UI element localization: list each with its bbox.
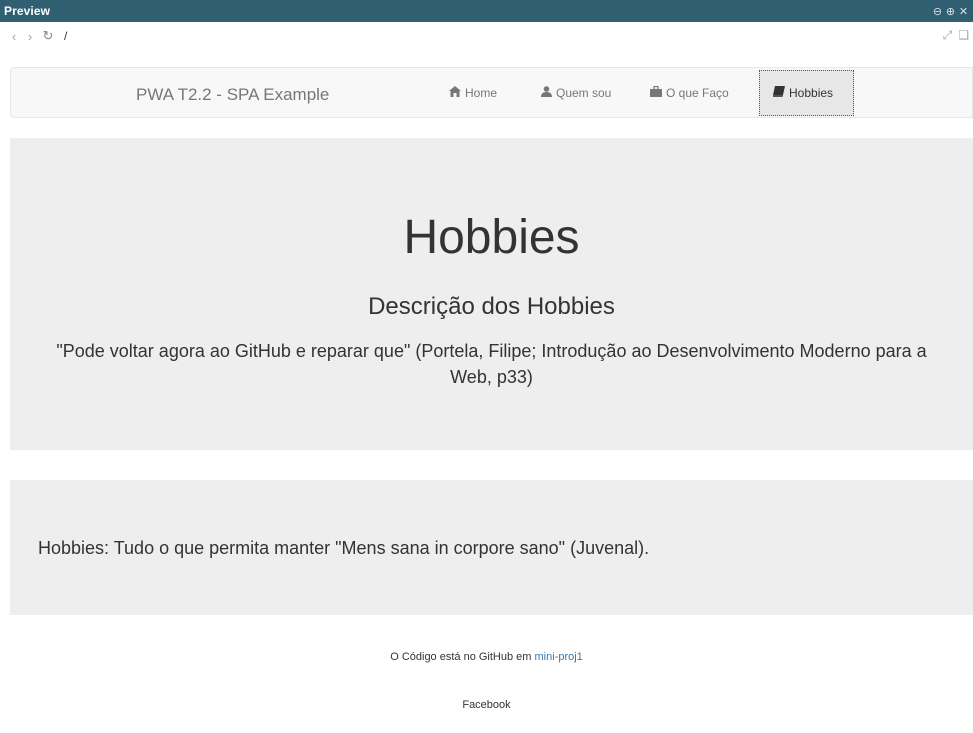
- zoom-in-icon[interactable]: ⊕: [945, 5, 956, 18]
- navbar-brand[interactable]: PWA T2.2 - SPA Example: [136, 85, 329, 105]
- page-quote: "Pode voltar agora ao GitHub e reparar q…: [56, 341, 927, 387]
- nav-item-o-que-faco[interactable]: O que Faço: [650, 68, 729, 117]
- panel-title: Preview: [4, 4, 51, 18]
- content-box: Hobbies: Tudo o que permita manter "Mens…: [10, 480, 973, 615]
- footer-code-prefix: O Código está no GitHub em: [390, 651, 535, 663]
- nav-item-hobbies[interactable]: Hobbies: [773, 68, 833, 117]
- address-bar-tools: ⤢ ❏: [943, 28, 969, 43]
- nav-item-label: Quem sou: [556, 85, 612, 100]
- home-icon: [449, 85, 461, 100]
- back-icon[interactable]: ‹: [6, 29, 22, 44]
- reload-icon[interactable]: ↻: [40, 28, 56, 44]
- close-icon[interactable]: ✕: [958, 5, 969, 18]
- forward-icon[interactable]: ›: [22, 29, 38, 44]
- facebook-link[interactable]: Facebook: [462, 699, 510, 711]
- navbar: PWA T2.2 - SPA Example Home Quem sou O q…: [10, 67, 973, 118]
- panel-controls: ⊖ ⊕ ✕: [932, 5, 969, 18]
- page-title: Hobbies: [403, 211, 580, 264]
- nav-item-label: Home: [465, 85, 498, 100]
- footer-code-line: O Código está no GitHub em mini-proj1: [0, 651, 973, 663]
- briefcase-icon: [650, 85, 662, 100]
- github-link[interactable]: mini-proj1: [535, 651, 583, 663]
- preview-panel-header: Preview ⊖ ⊕ ✕: [0, 0, 973, 22]
- nav-item-label: Hobbies: [789, 85, 834, 100]
- nav-item-label: O que Faço: [666, 85, 729, 100]
- pop-out-icon[interactable]: ❏: [958, 28, 969, 43]
- user-icon: [541, 85, 552, 100]
- book-icon: [773, 85, 785, 100]
- expand-icon[interactable]: ⤢: [943, 28, 953, 43]
- page-subtitle: Descrição dos Hobbies: [368, 293, 615, 320]
- jumbotron: Hobbies Descrição dos Hobbies "Pode volt…: [10, 138, 973, 450]
- address-path[interactable]: /: [64, 29, 67, 43]
- nav-item-quem-sou[interactable]: Quem sou: [541, 68, 611, 117]
- content-text: Hobbies: Tudo o que permita manter "Mens…: [38, 538, 650, 558]
- address-bar: ‹ › ↻ / ⤢ ❏: [0, 22, 973, 50]
- nav-item-home[interactable]: Home: [449, 68, 497, 117]
- zoom-out-icon[interactable]: ⊖: [932, 5, 943, 18]
- footer-social-line: Facebook: [0, 699, 973, 711]
